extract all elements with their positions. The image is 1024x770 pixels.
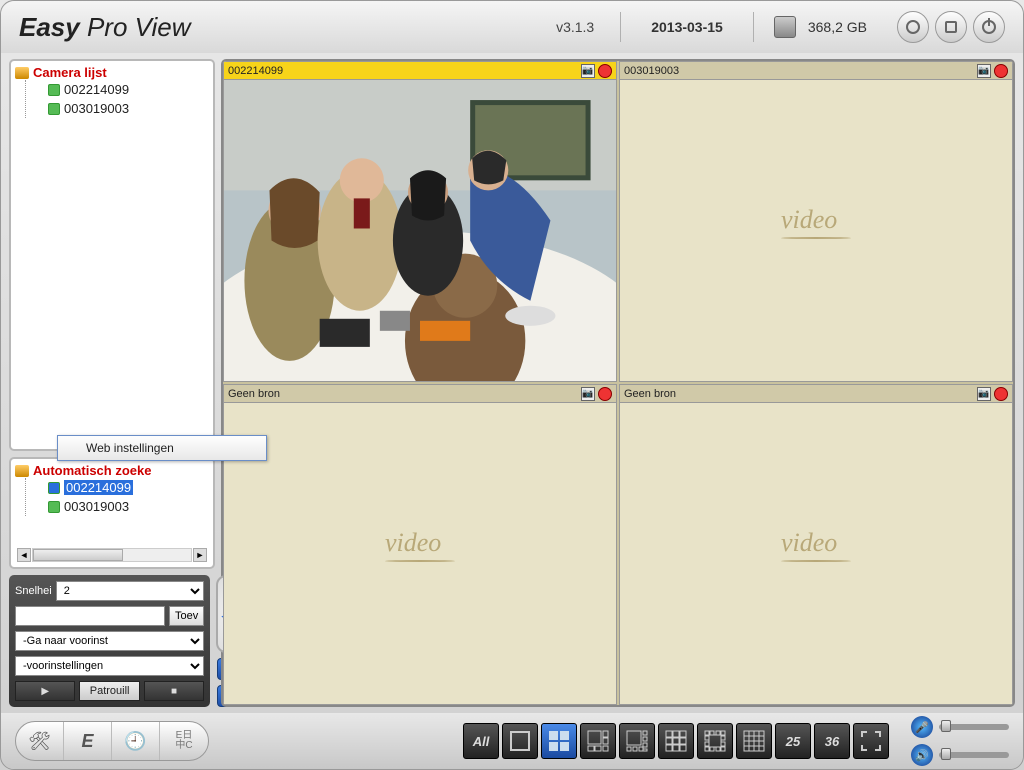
set-preset-select[interactable]: -voorinstellingen: [15, 656, 204, 676]
cell-label: Geen bron: [228, 388, 280, 400]
folder-icon: [15, 465, 29, 477]
layout-16-button[interactable]: [736, 723, 772, 759]
video-cell-1[interactable]: 002214099 📷: [223, 61, 617, 382]
cell-label: Geen bron: [624, 388, 676, 400]
snapshot-icon[interactable]: 📷: [581, 387, 595, 401]
video-cell-3[interactable]: Geen bron 📷 video: [223, 384, 617, 705]
layout-13-button[interactable]: [697, 723, 733, 759]
wrench-icon: 🛠: [28, 731, 51, 752]
mic-slider[interactable]: [939, 724, 1009, 730]
layout-36-button[interactable]: 36: [814, 723, 850, 759]
context-menu-item-web-settings[interactable]: Web instellingen: [58, 436, 266, 460]
video-placeholder: video: [781, 528, 851, 562]
camera-list-title: Camera lijst: [15, 65, 209, 80]
camera-list-panel: Camera lijst 002214099 003019003: [9, 59, 215, 451]
settings-button[interactable]: 🛠: [16, 722, 64, 760]
speed-select[interactable]: 2: [56, 581, 205, 601]
date-label: 2013-03-15: [621, 12, 754, 42]
search-item-selected[interactable]: 002214099: [26, 478, 209, 497]
snapshot-icon[interactable]: 📷: [581, 64, 595, 78]
search-item[interactable]: 003019003: [26, 497, 209, 516]
horizontal-scrollbar[interactable]: ◄ ►: [17, 547, 207, 563]
schedule-button[interactable]: 🕘: [112, 722, 160, 760]
cell-label: 002214099: [228, 65, 283, 77]
grid6-icon: [585, 728, 611, 754]
video-cell-4[interactable]: Geen bron 📷 video: [619, 384, 1013, 705]
video-cell-2[interactable]: 003019003 📷 video: [619, 61, 1013, 382]
play-button[interactable]: ▶: [15, 681, 75, 701]
layout-all-button[interactable]: All: [463, 723, 499, 759]
language-button[interactable]: E日 中C: [160, 722, 208, 760]
camera-status-icon: [48, 501, 60, 513]
speaker-icon[interactable]: 🔊: [911, 744, 933, 766]
speed-label: Snelhei: [15, 585, 52, 597]
disk-icon: [774, 16, 796, 38]
title-bar: Easy Pro View v3.1.3 2013-03-15 368,2 GB: [1, 1, 1023, 53]
video-placeholder: video: [385, 528, 455, 562]
layout-4-button[interactable]: [541, 723, 577, 759]
scroll-thumb[interactable]: [33, 549, 123, 561]
stop-patrol-button[interactable]: ■: [144, 681, 204, 701]
grid8-icon: [624, 728, 650, 754]
fullscreen-button[interactable]: [853, 723, 889, 759]
record-icon[interactable]: [994, 387, 1008, 401]
disk-size: 368,2 GB: [808, 19, 867, 35]
version-label: v3.1.3: [530, 12, 621, 42]
grid16-icon: [741, 728, 767, 754]
layout-9-button[interactable]: [658, 723, 694, 759]
preset-controls: Snelhei 2 Toev -Ga naar voorinst -voorin…: [9, 575, 210, 707]
log-icon: E: [81, 731, 93, 752]
grid4-icon: [546, 728, 572, 754]
grid13-icon: [702, 728, 728, 754]
camera-status-icon: [48, 103, 60, 115]
patrol-button[interactable]: Patrouill: [79, 681, 139, 701]
goto-preset-select[interactable]: -Ga naar voorinst: [15, 631, 204, 651]
camera-item[interactable]: 003019003: [26, 99, 209, 118]
preset-name-input[interactable]: [15, 606, 165, 626]
disk-status: 368,2 GB: [754, 16, 887, 38]
language-icon: E日 中C: [175, 731, 192, 751]
clock-icon: 🕘: [124, 731, 146, 752]
snapshot-icon[interactable]: 📷: [977, 64, 991, 78]
speaker-slider[interactable]: [939, 752, 1009, 758]
layout-1-button[interactable]: [502, 723, 538, 759]
layout-25-button[interactable]: 25: [775, 723, 811, 759]
power-button[interactable]: [973, 11, 1005, 43]
app-logo: Easy Pro View: [19, 12, 191, 43]
snapshot-icon[interactable]: 📷: [977, 387, 991, 401]
record-icon[interactable]: [598, 64, 612, 78]
camera-status-icon: [48, 84, 60, 96]
video-feed: [224, 80, 616, 381]
grid9-icon: [663, 728, 689, 754]
logo-light: Pro View: [80, 12, 191, 42]
camera-status-icon: [48, 482, 60, 494]
camera-item[interactable]: 002214099: [26, 80, 209, 99]
stop-button[interactable]: [935, 11, 967, 43]
scroll-right-icon[interactable]: ►: [193, 548, 207, 562]
logo-bold: Easy: [19, 12, 80, 42]
record-icon[interactable]: [994, 64, 1008, 78]
layout-8-button[interactable]: [619, 723, 655, 759]
log-button[interactable]: E: [64, 722, 112, 760]
fullscreen-icon: [858, 728, 884, 754]
scroll-left-icon[interactable]: ◄: [17, 548, 31, 562]
record-icon[interactable]: [598, 387, 612, 401]
video-placeholder: video: [781, 205, 851, 239]
grid1-icon: [507, 728, 533, 754]
cell-label: 003019003: [624, 65, 679, 77]
folder-icon: [15, 67, 29, 79]
mic-icon[interactable]: 🎤: [911, 716, 933, 738]
footer-toolbar: 🛠 E 🕘 E日 中C All 25 36 🎤 🔊: [1, 713, 1023, 769]
context-menu: Web instellingen: [57, 435, 267, 461]
auto-search-panel: Automatisch zoeke 002214099 003019003 ◄ …: [9, 457, 215, 569]
auto-search-title: Automatisch zoeke: [15, 463, 209, 478]
minimize-button[interactable]: [897, 11, 929, 43]
add-preset-button[interactable]: Toev: [169, 606, 204, 626]
video-grid: 002214099 📷: [221, 59, 1015, 707]
layout-6-button[interactable]: [580, 723, 616, 759]
